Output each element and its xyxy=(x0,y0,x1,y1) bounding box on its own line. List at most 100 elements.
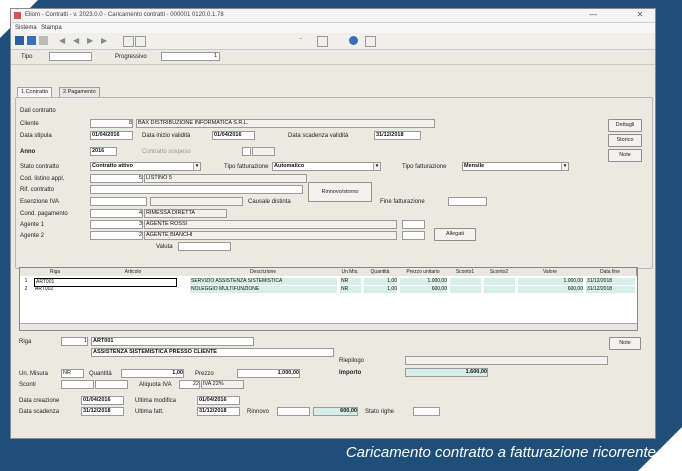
data-fine-label: Data scadenza validità xyxy=(288,133,349,139)
valuta-label: Valuta xyxy=(156,244,173,250)
help-icon[interactable] xyxy=(365,36,376,47)
ultima-fatt-field: 31/12/2018 xyxy=(197,407,240,416)
row-sconto2[interactable] xyxy=(484,286,515,293)
agente1-perc[interactable] xyxy=(402,220,425,229)
tipo-field[interactable] xyxy=(49,52,92,61)
grid-header-sconto2[interactable]: Sconto2 xyxy=(482,268,517,276)
grid-header-prezzo[interactable]: Prezzo unitario xyxy=(398,268,449,276)
row-codice[interactable]: ART002 xyxy=(34,286,175,293)
tab-pagamento[interactable]: 2.Pagamento xyxy=(59,87,100,97)
row-sconto2[interactable] xyxy=(484,278,515,285)
grid-header-sconto1[interactable]: Sconto1 xyxy=(448,268,483,276)
grid-header-data[interactable]: Data fine xyxy=(584,268,637,276)
data-inizio-field[interactable]: 01/04/2016 xyxy=(212,131,255,140)
grid-icon[interactable] xyxy=(135,36,146,47)
quantita-label: Quantità xyxy=(89,371,112,377)
prev-icon[interactable]: ◀ xyxy=(73,36,82,45)
esenzione-field[interactable] xyxy=(90,197,147,206)
delete-icon[interactable] xyxy=(39,36,48,45)
note-riga-button[interactable]: Note xyxy=(609,337,641,350)
sconto1-field[interactable] xyxy=(61,380,94,389)
close-icon[interactable]: ✕ xyxy=(634,10,646,20)
contratto-sospeso-date xyxy=(252,147,275,156)
agente2-perc[interactable] xyxy=(402,231,425,240)
rinnovo-field[interactable] xyxy=(277,407,310,416)
refresh-icon[interactable] xyxy=(349,36,358,45)
last-icon[interactable]: ▶ xyxy=(101,36,110,45)
tipo-fatt-select[interactable]: Automatico ▾ xyxy=(272,162,381,171)
row-descrizione[interactable]: NOLEGGIO MULTIFUNZIONE xyxy=(190,286,337,293)
righe-grid: Riga Articolo Descrizione Un.Mis. Quanti… xyxy=(19,267,638,331)
agente2-code[interactable]: 2 xyxy=(90,231,143,240)
data-inizio-label: Data inizio validità xyxy=(142,133,191,139)
chevron-down-icon[interactable]: ▾ xyxy=(561,163,568,170)
menu-item-stampa[interactable]: Stampa xyxy=(41,25,62,31)
row-um[interactable]: NR xyxy=(340,278,361,285)
row-prezzo[interactable]: 1.000,00 xyxy=(400,278,447,285)
data-stipula-field[interactable]: 01/04/2016 xyxy=(90,131,133,140)
row-valore[interactable]: 1.000,00 xyxy=(518,278,583,285)
grid-header-valore[interactable]: Valore xyxy=(516,268,585,276)
sconto2-field[interactable] xyxy=(95,380,128,389)
grid-header-um[interactable]: Un.Mis. xyxy=(338,268,363,276)
row-um[interactable]: NR xyxy=(340,286,361,293)
quantita-field[interactable]: 1,00 xyxy=(121,369,184,378)
agente1-code[interactable]: 3 xyxy=(90,220,143,229)
grid-header-quantita[interactable]: Quantità xyxy=(362,268,399,276)
row-sconto1[interactable] xyxy=(450,278,481,285)
articolo-code-field[interactable]: ART001 xyxy=(91,337,254,346)
anno-field[interactable]: 2016 xyxy=(90,147,117,156)
find-icon[interactable] xyxy=(123,36,134,47)
chevron-down-icon[interactable]: ▾ xyxy=(193,163,200,170)
iva-code[interactable]: 22 xyxy=(179,380,200,389)
menu-item-sistema[interactable]: Sistema xyxy=(15,25,37,31)
progressivo-field[interactable]: 1 xyxy=(161,52,220,61)
dettagli-button[interactable]: Dettagli xyxy=(608,119,642,132)
data-fine-field[interactable]: 31/12/2018 xyxy=(374,131,421,140)
pagamento-code[interactable]: 4 xyxy=(90,209,143,218)
row-data[interactable]: 31/12/2018 xyxy=(586,286,635,293)
rinnovo-button[interactable]: Rinnovo/storno xyxy=(308,182,372,202)
row-descrizione[interactable]: SERVIZIO ASSISTENZA SISTEMISTICA xyxy=(190,278,337,285)
prezzo-field[interactable]: 1.000,00 xyxy=(237,369,300,378)
data-stipula-label: Data stipula xyxy=(20,133,52,139)
row-valore[interactable]: 600,00 xyxy=(518,286,583,293)
tipo-fatt2-select[interactable]: Mensile ▾ xyxy=(462,162,569,171)
valuta-field[interactable] xyxy=(178,242,231,251)
grid-header-riga[interactable]: Riga xyxy=(32,268,79,276)
cod-listino-code[interactable]: 5 xyxy=(90,174,143,183)
row-quantita[interactable]: 1,00 xyxy=(364,286,397,293)
contratto-sospeso-checkbox[interactable] xyxy=(242,147,251,156)
um-field[interactable]: NR xyxy=(61,369,84,378)
allegati-button[interactable]: Allegati xyxy=(434,228,476,241)
list-icon[interactable]: – xyxy=(299,36,308,45)
calendar-icon[interactable] xyxy=(317,36,328,47)
stato-righe-field[interactable] xyxy=(413,407,440,416)
rif-contratto-field[interactable] xyxy=(90,185,303,194)
cliente-code-field[interactable]: 8 xyxy=(90,119,133,128)
filter-bar: Tipo Progressivo 1 xyxy=(11,50,655,65)
note-button[interactable]: Note xyxy=(608,149,642,162)
save-icon[interactable] xyxy=(15,36,24,45)
row-sconto1[interactable] xyxy=(450,286,481,293)
riga-field[interactable]: 1 xyxy=(61,337,88,346)
grid-horizontal-scrollbar[interactable] xyxy=(20,323,637,330)
minimize-icon[interactable]: — xyxy=(587,10,599,20)
chevron-down-icon[interactable]: ▾ xyxy=(373,163,380,170)
grid-header-descrizione[interactable]: Descrizione xyxy=(188,268,339,276)
riepilogo-field xyxy=(405,356,608,365)
articolo-desc-field[interactable]: ASSISTENZA SISTEMISTICA PRESSO CLIENTE xyxy=(91,348,334,357)
next-icon[interactable]: ▶ xyxy=(87,36,96,45)
first-icon[interactable]: ◀ xyxy=(59,36,68,45)
tab-contratto[interactable]: 1.Contratto xyxy=(17,87,53,97)
row-prezzo[interactable]: 600,00 xyxy=(400,286,447,293)
row-number: 1 xyxy=(24,278,28,284)
row-quantita[interactable]: 1,00 xyxy=(364,278,397,285)
row-data[interactable]: 31/12/2018 xyxy=(586,278,635,285)
fine-fatt-field[interactable] xyxy=(448,197,487,206)
grid-header-articolo[interactable]: Articolo xyxy=(78,268,189,276)
new-icon[interactable] xyxy=(27,36,36,45)
stato-select[interactable]: Contratto attivo ▾ xyxy=(90,162,201,171)
esenzione-label: Esenzione IVA xyxy=(20,199,59,205)
storico-button[interactable]: Storico xyxy=(608,134,642,147)
